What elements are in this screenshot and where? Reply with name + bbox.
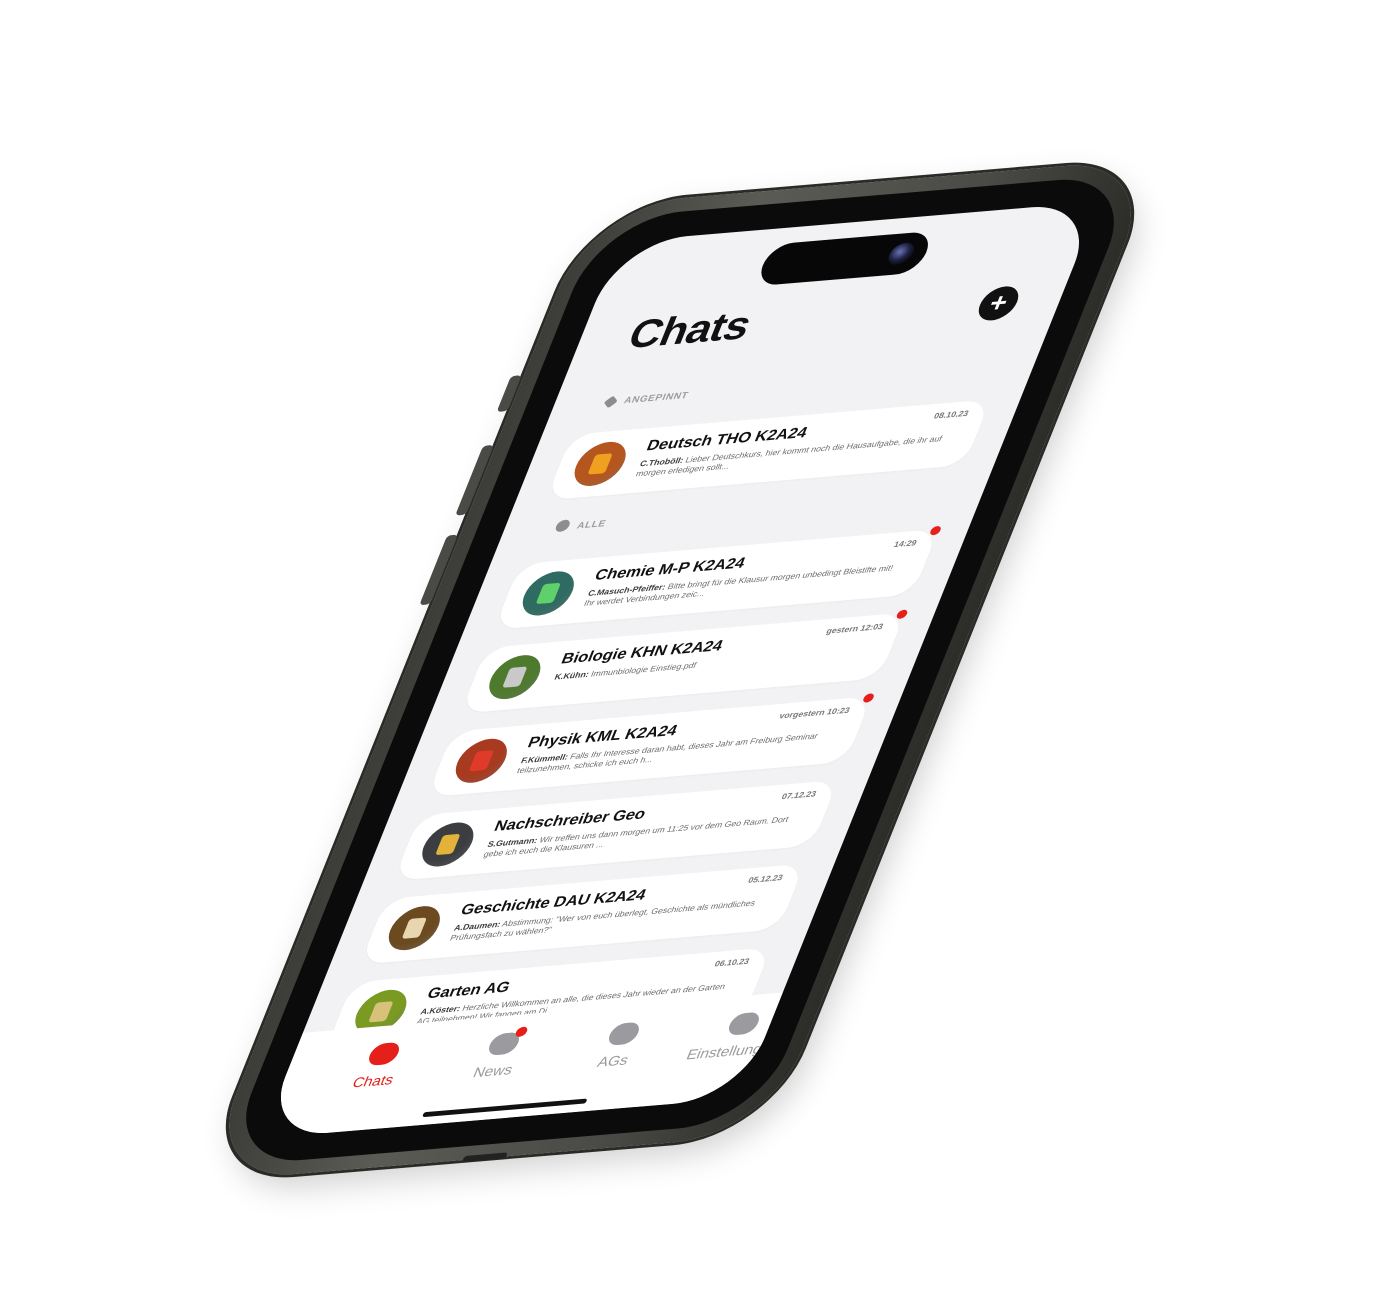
chat-avatar-icon: [587, 453, 613, 475]
chat-avatar-icon: [435, 833, 461, 856]
chat-sender: K.Kühn:: [553, 669, 591, 682]
chat-timestamp: 14:29: [892, 538, 919, 550]
chat-avatar: [482, 653, 548, 702]
pin-icon: [603, 395, 618, 409]
newspaper-icon: [485, 1026, 529, 1057]
section-all-label: ALLE: [575, 518, 608, 531]
tab-chats[interactable]: Chats: [309, 1038, 448, 1096]
chat-avatar-icon: [535, 582, 562, 605]
stage: Chats + ANGEPINNT Deutsch THO K2A24 08.10…: [0, 0, 1387, 1306]
tab-ags[interactable]: AGs: [549, 1018, 688, 1076]
chat-avatar: [381, 904, 448, 953]
tab-label: Einstellungen: [684, 1038, 783, 1063]
chat-timestamp: 06.10.23: [713, 956, 751, 969]
action-button: [496, 375, 522, 412]
unread-badge: [895, 609, 909, 620]
tab-label: Chats: [350, 1071, 397, 1091]
chat-avatar-icon: [502, 666, 528, 688]
chat-timestamp: 07.12.23: [780, 789, 818, 802]
chat-timestamp: gestern 12:03: [824, 622, 885, 636]
chat-bubble-icon: [365, 1041, 403, 1067]
section-all: ALLE: [553, 516, 609, 533]
chat-timestamp: 05.12.23: [746, 873, 785, 885]
signpost-icon: [605, 1021, 643, 1046]
chat-avatar-icon: [368, 1001, 394, 1023]
chat-avatar: [567, 440, 633, 488]
section-pinned: ANGEPINNT: [603, 389, 691, 409]
phone-bezel: Chats + ANGEPINNT Deutsch THO K2A24 08.10…: [221, 173, 1139, 1167]
chat-avatar-icon: [401, 917, 428, 939]
phone-device: Chats + ANGEPINNT Deutsch THO K2A24 08.10…: [201, 158, 1159, 1182]
tab-news[interactable]: News: [429, 1026, 568, 1086]
chat-avatar: [515, 569, 582, 618]
new-chat-button[interactable]: +: [973, 284, 1024, 322]
home-indicator: [421, 1098, 588, 1118]
screen: Chats + ANGEPINNT Deutsch THO K2A24 08.10…: [260, 201, 1100, 1139]
usb-port: [462, 1152, 509, 1162]
chats-icon: [553, 519, 572, 533]
chat-name: Garten AG: [424, 978, 513, 1003]
grid-icon: [725, 1011, 763, 1036]
chat-avatar: [415, 820, 481, 869]
dynamic-island: [754, 230, 935, 287]
tab-label: AGs: [595, 1051, 632, 1070]
chat-timestamp: 08.10.23: [932, 408, 971, 421]
tab-badge: [514, 1026, 529, 1038]
camera-icon: [885, 241, 918, 266]
tab-label: News: [470, 1061, 516, 1081]
chat-avatar: [448, 736, 515, 785]
unread-badge: [861, 693, 876, 703]
section-pinned-label: ANGEPINNT: [622, 389, 691, 406]
page-title: Chats: [621, 303, 758, 358]
chat-timestamp: vorgestern 10:23: [777, 705, 852, 721]
chat-avatar-icon: [468, 750, 495, 772]
